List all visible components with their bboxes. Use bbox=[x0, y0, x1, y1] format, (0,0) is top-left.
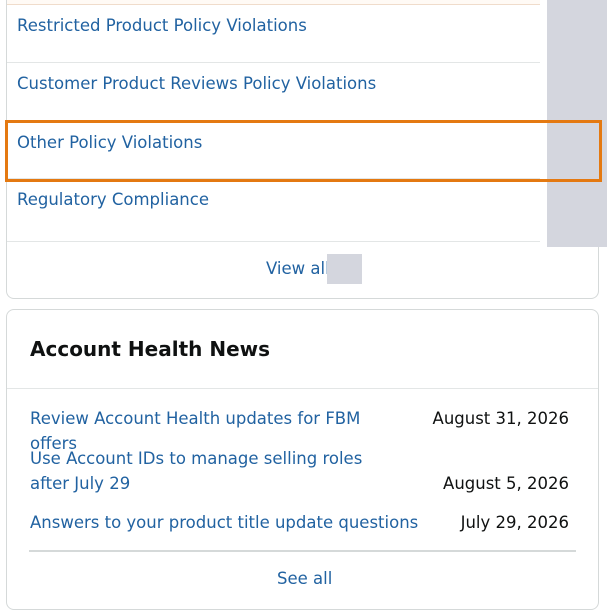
news-header-divider bbox=[7, 388, 598, 389]
news-item-date: August 5, 2026 bbox=[443, 474, 569, 493]
account-health-news-card: Account Health News Review Account Healt… bbox=[6, 309, 599, 610]
policy-link-regulatory-compliance[interactable]: Regulatory Compliance bbox=[17, 190, 209, 209]
policy-violations-card: Restricted Product Policy Violations Cus… bbox=[6, 0, 607, 299]
news-item-link[interactable]: Use Account IDs to manage selling roles … bbox=[30, 446, 400, 496]
view-all-link[interactable]: View all bbox=[266, 259, 330, 278]
policy-row-regulatory-compliance[interactable]: Regulatory Compliance bbox=[7, 179, 540, 242]
news-card-title: Account Health News bbox=[30, 337, 271, 361]
see-all-link[interactable]: See all bbox=[277, 569, 332, 588]
view-all-badge bbox=[327, 254, 362, 284]
news-footer-divider bbox=[29, 550, 576, 552]
policy-link-restricted-product[interactable]: Restricted Product Policy Violations bbox=[17, 16, 307, 35]
policy-link-other-violations[interactable]: Other Policy Violations bbox=[17, 133, 202, 152]
scrollbar-track[interactable] bbox=[547, 0, 607, 247]
news-item-date: August 31, 2026 bbox=[432, 409, 569, 428]
policy-row-customer-reviews[interactable]: Customer Product Reviews Policy Violatio… bbox=[7, 63, 540, 121]
policy-link-customer-reviews[interactable]: Customer Product Reviews Policy Violatio… bbox=[17, 74, 376, 93]
news-item-link[interactable]: Answers to your product title update que… bbox=[30, 510, 430, 535]
news-item-date: July 29, 2026 bbox=[460, 513, 569, 532]
policy-row-restricted-product[interactable]: Restricted Product Policy Violations bbox=[7, 5, 540, 63]
policy-row-other-violations[interactable]: Other Policy Violations bbox=[7, 121, 540, 179]
